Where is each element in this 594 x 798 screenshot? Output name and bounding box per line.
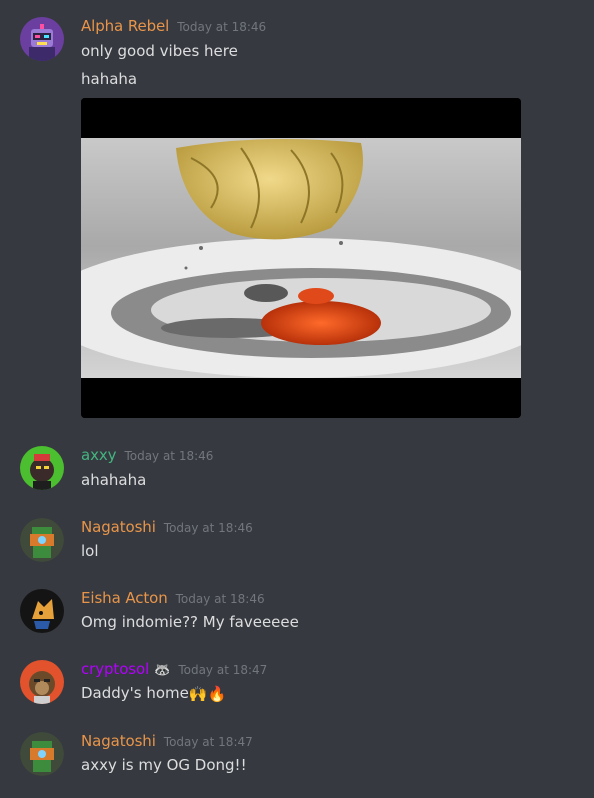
author-name[interactable]: cryptosol	[81, 660, 149, 678]
message-text: lol	[81, 542, 99, 560]
message-text: Omg indomie?? My faveeeee	[81, 613, 299, 631]
avatar-alpha-rebel[interactable]	[20, 17, 64, 61]
message-timestamp: Today at 18:46	[163, 521, 253, 535]
message-timestamp: Today at 18:46	[177, 20, 267, 34]
fire-emoji-icon[interactable]: 🔥	[208, 687, 227, 702]
author-name[interactable]: Eisha Acton	[81, 589, 168, 607]
ape-avatar-icon	[20, 660, 64, 704]
message-text: only good vibes here	[81, 42, 238, 60]
message-text-content: Daddy's home	[81, 684, 189, 702]
avatar-nagatoshi[interactable]	[20, 732, 64, 776]
avatar-axxy[interactable]	[20, 446, 64, 490]
message-timestamp: Today at 18:47	[163, 735, 253, 749]
noodle-video-frame	[81, 98, 521, 418]
message-timestamp: Today at 18:47	[178, 663, 268, 677]
author-name[interactable]: axxy	[81, 446, 117, 464]
frog-avatar-icon	[20, 518, 64, 562]
author-name[interactable]: Alpha Rebel	[81, 17, 169, 35]
message-timestamp: Today at 18:46	[175, 592, 265, 606]
chat-messages: Alpha Rebel Today at 18:46 only good vib…	[0, 0, 594, 798]
raised-hands-emoji-icon[interactable]: 🙌	[189, 687, 208, 702]
message-timestamp: Today at 18:46	[124, 449, 214, 463]
monkey-avatar-icon	[20, 446, 64, 490]
frog-avatar-icon	[20, 732, 64, 776]
message-text: hahaha	[81, 70, 138, 88]
avatar-eisha-acton[interactable]	[20, 589, 64, 633]
avatar-nagatoshi[interactable]	[20, 518, 64, 562]
author-name[interactable]: Nagatoshi	[81, 518, 156, 536]
raccoon-badge-icon: 🦝	[154, 663, 171, 678]
robot-avatar-icon	[20, 17, 64, 61]
message-text: ahahaha	[81, 471, 147, 489]
video-attachment[interactable]	[81, 98, 521, 418]
author-name[interactable]: Nagatoshi	[81, 732, 156, 750]
avatar-cryptosol[interactable]	[20, 660, 64, 704]
message-text: Daddy's home🙌🔥	[81, 684, 226, 702]
message-text: axxy is my OG Dong!!	[81, 756, 247, 774]
fox-avatar-icon	[20, 589, 64, 633]
